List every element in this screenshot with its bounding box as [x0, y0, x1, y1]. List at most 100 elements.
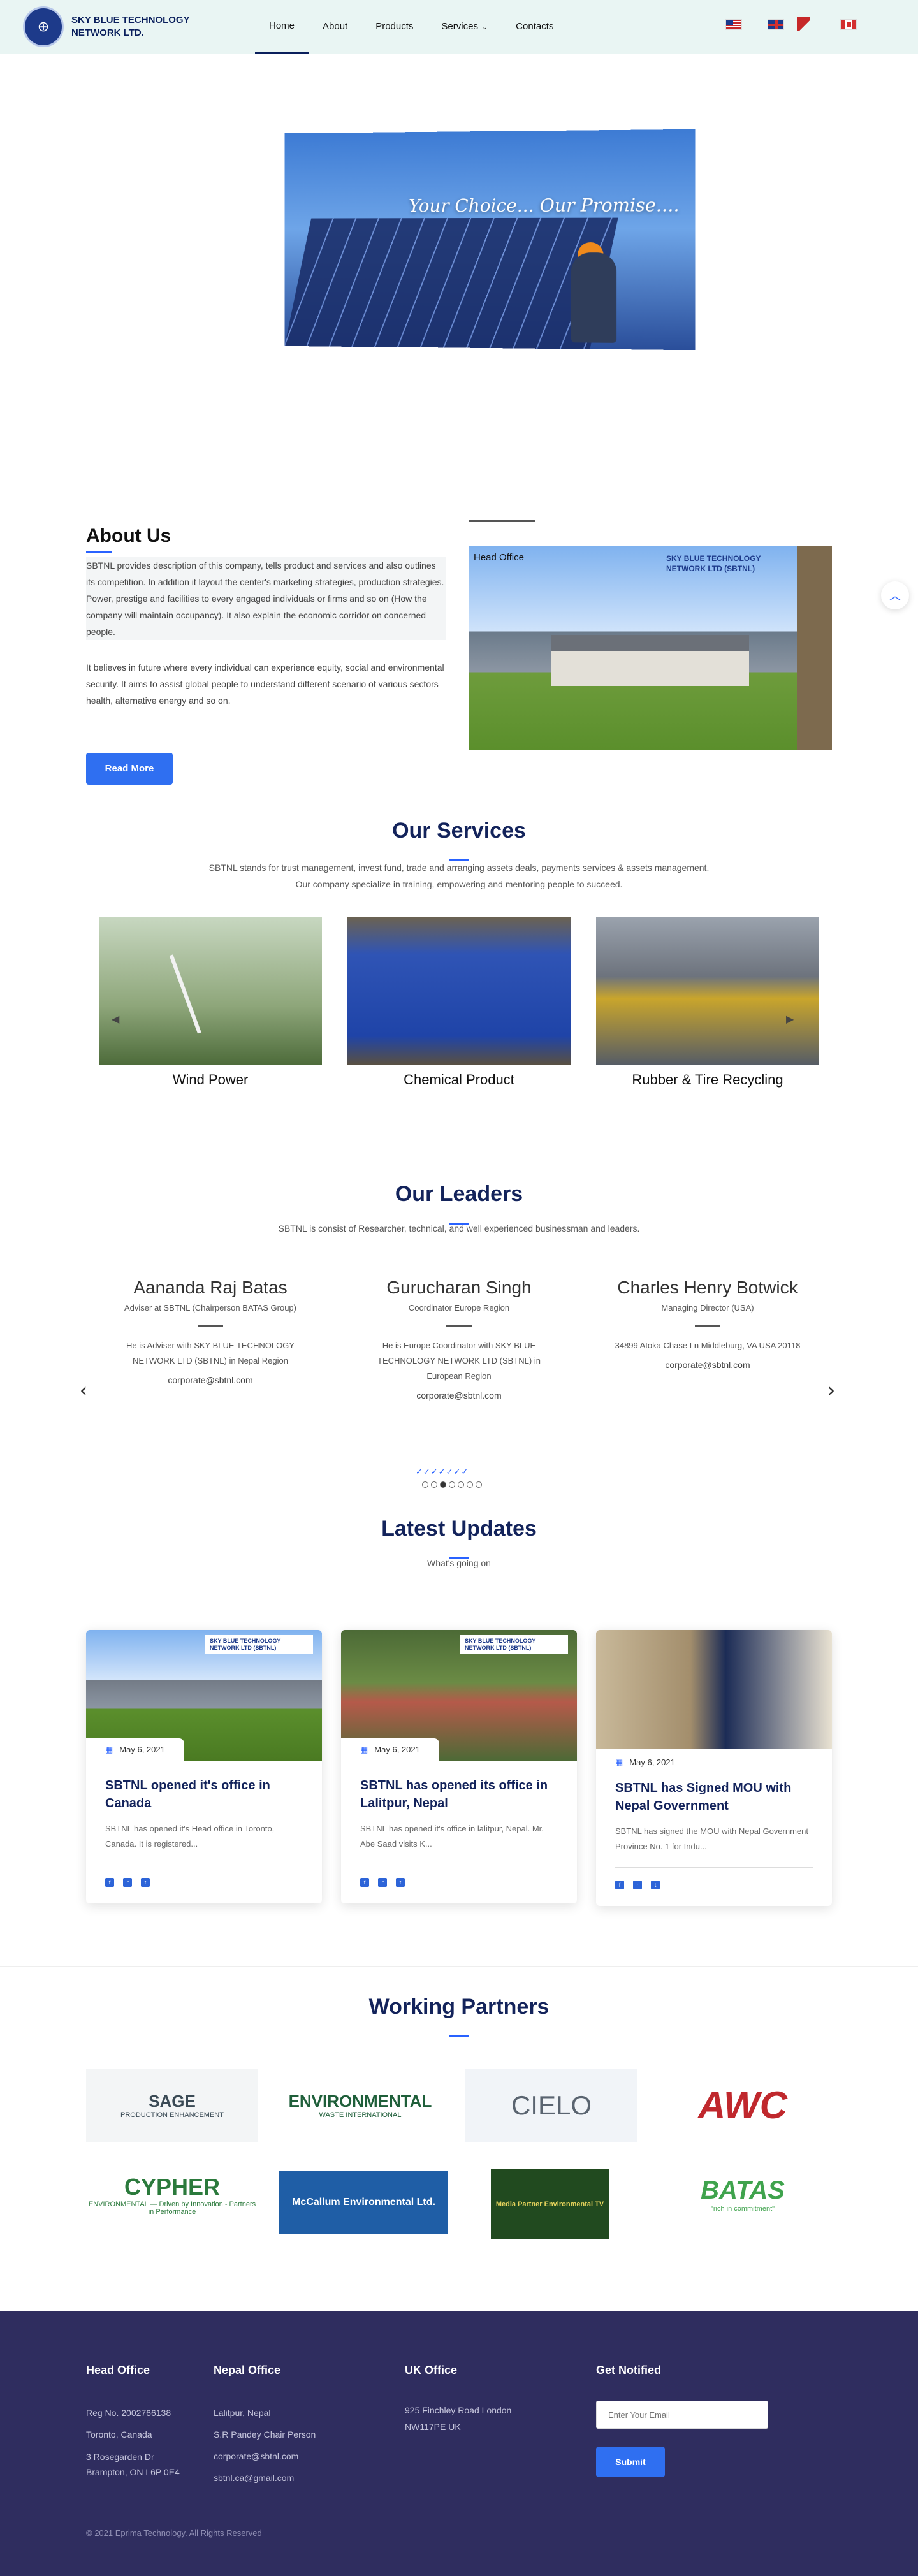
leader-name: Charles Henry Botwick [617, 1277, 798, 1297]
partner-logo-cypher[interactable]: CYPHER ENVIRONMENTAL — Driven by Innovati… [86, 2158, 258, 2231]
canada-flag-icon[interactable] [840, 19, 857, 30]
footer-email-link[interactable]: sbtnl.ca@gmail.com [214, 2467, 316, 2489]
services-title: Our Services [392, 819, 526, 843]
carousel-next-button[interactable]: ▶ [786, 1013, 805, 1025]
news-card[interactable]: SKY BLUE TECHNOLOGY NETWORK LTD (SBTNL) … [341, 1630, 577, 1903]
nepal-flag-icon[interactable] [797, 17, 810, 31]
partner-logo-batas[interactable]: BATAS "rich in commitment" [657, 2158, 829, 2231]
news-card[interactable]: SKY BLUE TECHNOLOGY NETWORK LTD (SBTNL) … [86, 1630, 322, 1903]
leader-description: He is Adviser with SKY BLUE TECHNOLOGY N… [126, 1341, 295, 1365]
submit-button[interactable]: Submit [596, 2447, 665, 2477]
footer-email-link[interactable]: corporate@sbtnl.com [214, 2445, 316, 2467]
footer-head-office-title: Head Office [86, 2364, 150, 2376]
twitter-icon[interactable]: t [141, 1878, 150, 1887]
nav-products[interactable]: Products [361, 0, 427, 54]
divider [198, 1325, 223, 1327]
partner-logo-sage[interactable]: SAGE PRODUCTION ENHANCEMENT [86, 2069, 258, 2142]
carousel-dot[interactable] [431, 1481, 437, 1488]
partner-logo-awc[interactable]: AWC [657, 2069, 829, 2142]
logo[interactable]: ⊕ SKY BLUE TECHNOLOGY NETWORK LTD. [23, 6, 212, 47]
facebook-icon[interactable]: f [615, 1881, 624, 1889]
head-office-image: Head Office SKY BLUE TECHNOLOGY NETWORK … [469, 546, 832, 750]
footer-uk-office-title: UK Office [405, 2364, 458, 2376]
nav-contacts[interactable]: Contacts [502, 0, 567, 54]
nav-home[interactable]: Home [255, 0, 309, 54]
service-card[interactable]: Wind Power [99, 917, 322, 1088]
carousel-dot[interactable] [422, 1481, 428, 1488]
leader-email[interactable]: corporate@sbtnl.com [96, 1375, 325, 1385]
footer-line: Lalitpur, Nepal [214, 2408, 271, 2418]
footer-notify-title: Get Notified [596, 2364, 661, 2376]
linkedin-icon[interactable]: in [378, 1878, 387, 1887]
partner-name: CYPHER [124, 2173, 221, 2200]
nav-about[interactable]: About [309, 0, 361, 54]
facebook-icon[interactable]: f [105, 1878, 114, 1887]
partner-logo-mccallum[interactable]: McCallum Environmental Ltd. [279, 2171, 448, 2234]
leader-email[interactable]: corporate@sbtnl.com [593, 1360, 822, 1370]
carousel-dot[interactable] [449, 1481, 455, 1488]
email-input[interactable] [596, 2401, 768, 2429]
top-navbar: ⊕ SKY BLUE TECHNOLOGY NETWORK LTD. Home … [0, 0, 918, 54]
leader-email[interactable]: corporate@sbtnl.com [344, 1390, 574, 1401]
service-card[interactable]: Rubber & Tire Recycling [596, 917, 819, 1088]
read-more-button[interactable]: Read More [86, 753, 173, 785]
carousel-dot[interactable] [467, 1481, 473, 1488]
news-excerpt: SBTNL has opened it's office in lalitpur… [360, 1824, 544, 1849]
title-underline [449, 2035, 469, 2037]
services-subtitle: SBTNL stands for trust management, inves… [208, 862, 710, 889]
copyright: © 2021 Eprima Technology. All Rights Res… [86, 2528, 262, 2538]
leader-description: 34899 Atoka Chase Ln Middleburg, VA USA … [615, 1341, 801, 1350]
divider [446, 1325, 472, 1327]
twitter-icon[interactable]: t [396, 1878, 405, 1887]
footer-nepal-office: Lalitpur, Nepal S.R Pandey Chair Person … [214, 2402, 316, 2489]
calendar-icon: ▦ [615, 1757, 623, 1767]
partner-name: ENVIRONMENTAL [288, 2092, 432, 2111]
news-date: ▦ May 6, 2021 [596, 1749, 832, 1768]
chevron-right-icon[interactable]: › [827, 1379, 835, 1402]
nav-services[interactable]: Services ⌄ [427, 0, 502, 54]
leader-card: Aananda Raj Batas Adviser at SBTNL (Chai… [96, 1277, 325, 1385]
news-title[interactable]: SBTNL has opened its office in Lalitpur,… [360, 1777, 558, 1812]
partner-logo-environmental-tv[interactable]: Media Partner Environmental TV [491, 2169, 609, 2239]
partner-name: McCallum Environmental Ltd. [292, 2197, 435, 2208]
partner-logo-cielo[interactable]: CIELO [465, 2069, 638, 2142]
services-section: Our Services SBTNL stands for trust mana… [0, 819, 918, 1182]
leader-role: Managing Director (USA) [661, 1303, 754, 1313]
facebook-icon[interactable]: f [360, 1878, 369, 1887]
leader-description: He is Europe Coordinator with SKY BLUE T… [377, 1341, 541, 1381]
footer-nepal-office-title: Nepal Office [214, 2364, 281, 2376]
chevron-left-icon[interactable]: ‹ [80, 1379, 87, 1402]
carousel-dot[interactable] [458, 1481, 464, 1488]
service-name: Chemical Product [404, 1072, 514, 1088]
news-date-text: May 6, 2021 [374, 1745, 420, 1754]
solar-panels-graphic [284, 217, 618, 349]
partners-title: Working Partners [368, 1995, 550, 2019]
linkedin-icon[interactable]: in [633, 1881, 642, 1889]
service-name: Wind Power [172, 1072, 249, 1088]
calendar-icon: ▦ [105, 1745, 113, 1754]
leaders-subtitle: SBTNL is consist of Researcher, technica… [278, 1223, 640, 1233]
image-brand: SKY BLUE TECHNOLOGY NETWORK LTD (SBTNL) [460, 1635, 568, 1654]
carousel-dot[interactable] [476, 1481, 482, 1488]
carousel-dot-active[interactable] [440, 1481, 446, 1488]
us-flag-icon[interactable] [725, 19, 742, 30]
twitter-icon[interactable]: t [651, 1881, 660, 1889]
partner-logo-environmental[interactable]: ENVIRONMENTAL WASTE INTERNATIONAL [274, 2069, 446, 2142]
share-icons: f in t [105, 1878, 303, 1887]
carousel-prev-button[interactable]: ◀ [112, 1013, 131, 1025]
news-date: ▦ May 6, 2021 [86, 1738, 184, 1761]
check-marks: ✓✓✓✓✓✓✓ [416, 1467, 469, 1477]
updates-section: Latest Updates What's going on SKY BLUE … [0, 1517, 918, 1966]
news-title[interactable]: SBTNL opened it's office in Canada [105, 1777, 303, 1812]
news-card[interactable]: ▦ May 6, 2021 SBTNL has Signed MOU with N… [596, 1630, 832, 1906]
news-date-text: May 6, 2021 [629, 1757, 675, 1767]
linkedin-icon[interactable]: in [123, 1878, 132, 1887]
language-flags [725, 17, 882, 31]
news-title[interactable]: SBTNL has Signed MOU with Nepal Governme… [615, 1779, 813, 1815]
hero-banner-image: Your Choice... Our Promise.... [284, 129, 696, 351]
service-card[interactable]: Chemical Product [347, 917, 571, 1088]
about-paragraph-2: It believes in future where every indivi… [86, 662, 444, 706]
partner-tagline: ENVIRONMENTAL — Driven by Innovation - P… [88, 2200, 256, 2216]
uk-flag-icon[interactable] [768, 19, 784, 30]
news-excerpt: SBTNL has opened it's Head office in Tor… [105, 1824, 275, 1849]
